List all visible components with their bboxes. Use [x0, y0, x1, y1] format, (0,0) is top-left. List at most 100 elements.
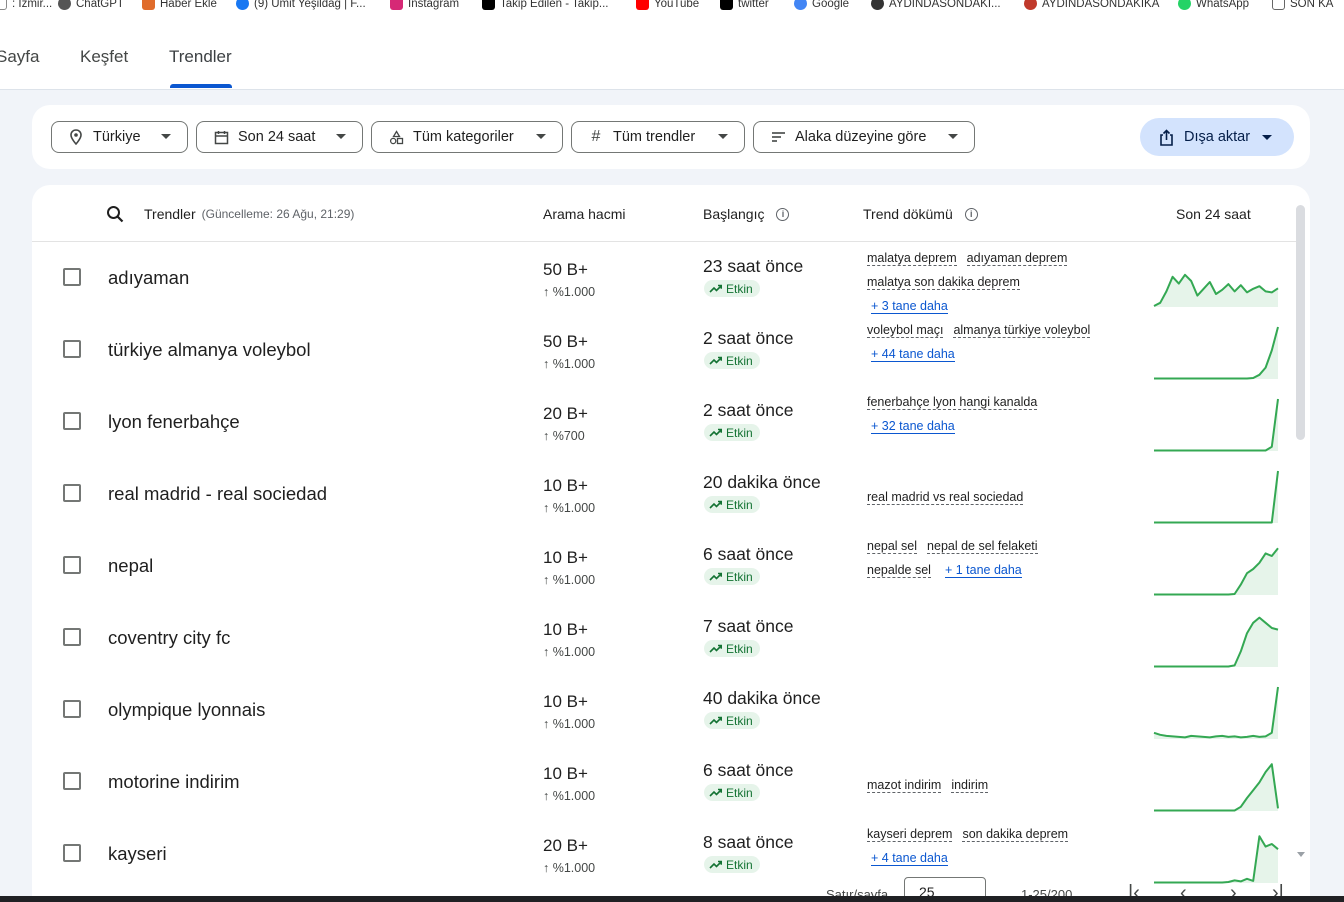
table-row[interactable]: motorine indirim 10 B+ ↑ %1.000 6 saat önce…	[32, 746, 1296, 818]
trend-breakdown: malatya deprem adıyaman deprem malatya son…	[867, 247, 1127, 319]
search-volume: 10 B+	[543, 620, 588, 639]
more-queries-link[interactable]: + 3 tane daha	[871, 299, 948, 314]
bookmark-item[interactable]: ChatGPT	[58, 0, 124, 10]
related-query-link[interactable]: mazot indirim	[867, 778, 942, 793]
related-query-link[interactable]: nepalde sel	[867, 563, 931, 578]
bookmark-item[interactable]: Haber Ekle	[142, 0, 217, 10]
row-checkbox[interactable]	[63, 772, 81, 790]
related-query-link[interactable]: indirim	[951, 778, 989, 793]
bookmark-item[interactable]: : İzmir...	[0, 0, 52, 10]
related-query-link[interactable]: kayseri deprem	[867, 827, 953, 842]
table-header: Trendler (Güncelleme: 26 Ağu, 21:29) Ara…	[32, 185, 1296, 242]
started-time: 2 saat önce	[703, 400, 794, 420]
related-query-link[interactable]: malatya deprem	[867, 251, 957, 266]
related-query-link[interactable]: nepal de sel felaketi	[927, 539, 1038, 554]
row-checkbox[interactable]	[63, 844, 81, 862]
tab-home[interactable]: Sayfa	[0, 47, 39, 67]
trend-title[interactable]: motorine indirim	[108, 771, 240, 793]
row-checkbox[interactable]	[63, 700, 81, 718]
bookmark-item[interactable]: SON KA	[1272, 0, 1333, 10]
row-checkbox[interactable]	[63, 628, 81, 646]
more-queries-link[interactable]: + 32 tane daha	[871, 419, 955, 434]
trend-title[interactable]: kayseri	[108, 843, 167, 865]
table-row[interactable]: lyon fenerbahçe 20 B+ ↑ %700 2 saat önce Etk…	[32, 386, 1296, 458]
filter-bar: Türkiye Son 24 saat Tüm kategoriler # Tü…	[32, 105, 1310, 169]
trend-title[interactable]: coventry city fc	[108, 627, 230, 649]
location-filter[interactable]: Türkiye	[51, 121, 188, 153]
search-icon[interactable]	[106, 205, 124, 223]
export-button[interactable]: Dışa aktar	[1140, 118, 1294, 156]
row-checkbox[interactable]	[63, 556, 81, 574]
bookmark-item[interactable]: Google	[794, 0, 849, 10]
volume-column-header[interactable]: Arama hacmi	[543, 206, 625, 222]
location-pin-icon	[68, 129, 84, 145]
related-query-link[interactable]: almanya türkiye voleybol	[953, 323, 1091, 338]
bookmark-label: twitter	[738, 0, 769, 10]
status-badge: Etkin	[704, 352, 760, 369]
status-badge: Etkin	[704, 712, 760, 729]
bookmark-item[interactable]: WhatsApp	[1178, 0, 1249, 10]
bookmark-label: : İzmir...	[12, 0, 53, 10]
row-checkbox[interactable]	[63, 484, 81, 502]
tiktok-icon	[482, 0, 495, 10]
table-row[interactable]: adıyaman 50 B+ ↑ %1.000 23 saat önce Etkin ma…	[32, 242, 1296, 314]
sparkline-line	[1154, 326, 1279, 380]
trends-column-header[interactable]: Trendler	[144, 206, 196, 222]
related-query-link[interactable]: son dakika deprem	[962, 827, 1069, 842]
volume-change: ↑ %1.000	[543, 861, 596, 875]
bookmark-item[interactable]: (9) Ümit Yeşildağ | F...	[236, 0, 366, 10]
bookmark-item[interactable]: twitter	[720, 0, 769, 10]
bookmark-item[interactable]: Takip Edilen - Takip...	[482, 0, 608, 10]
volume-change: ↑ %1.000	[543, 573, 596, 587]
table-row[interactable]: real madrid - real sociedad 10 B+ ↑ %1.000…	[32, 458, 1296, 530]
related-query-link[interactable]: voleybol maçı	[867, 323, 944, 338]
site-icon	[1024, 0, 1037, 10]
tab-explore[interactable]: Keşfet	[80, 47, 128, 67]
trending-up-icon	[709, 284, 722, 293]
started-column-header[interactable]: Başlangıç	[703, 206, 764, 222]
table-row[interactable]: kayseri 20 B+ ↑ %1.000 8 saat önce Etkin kays…	[32, 818, 1296, 890]
bookmark-item[interactable]: Instagram	[390, 0, 459, 10]
trend-title[interactable]: real madrid - real sociedad	[108, 483, 327, 505]
bookmark-item[interactable]: AYDINDASONDAKİKA	[1024, 0, 1159, 10]
sort-filter-label: Alaka düzeyine göre	[795, 129, 927, 145]
more-queries-link[interactable]: + 1 tane daha	[944, 563, 1022, 578]
related-query-link[interactable]: adıyaman deprem	[966, 251, 1068, 266]
table-row[interactable]: türkiye almanya voleybol 50 B+ ↑ %1.000 2 s…	[32, 314, 1296, 386]
info-icon[interactable]: i	[776, 207, 790, 221]
sparkline-chart	[1154, 835, 1279, 884]
row-checkbox[interactable]	[63, 340, 81, 358]
trend-type-filter[interactable]: # Tüm trendler	[571, 121, 745, 153]
chevron-down-icon	[948, 134, 958, 139]
more-queries-link[interactable]: + 4 tane daha	[871, 851, 948, 866]
volume-change: ↑ %700	[543, 429, 585, 443]
related-query-link[interactable]: fenerbahçe lyon hangi kanalda	[867, 395, 1038, 410]
trend-title[interactable]: nepal	[108, 555, 153, 577]
trend-title[interactable]: olympique lyonnais	[108, 699, 265, 721]
trending-up-icon	[709, 428, 722, 437]
table-row[interactable]: coventry city fc 10 B+ ↑ %1.000 7 saat önce…	[32, 602, 1296, 674]
info-icon[interactable]: i	[964, 207, 978, 221]
trend-title[interactable]: lyon fenerbahçe	[108, 411, 240, 433]
scroll-down-arrow-icon[interactable]	[1297, 852, 1305, 857]
row-checkbox[interactable]	[63, 412, 81, 430]
related-query-link[interactable]: malatya son dakika deprem	[867, 275, 1020, 290]
vertical-scrollbar[interactable]	[1296, 205, 1305, 440]
time-filter[interactable]: Son 24 saat	[196, 121, 363, 153]
started-time: 2 saat önce	[703, 328, 794, 348]
related-query-link[interactable]: real madrid vs real sociedad	[867, 490, 1024, 505]
trend-title[interactable]: adıyaman	[108, 267, 189, 289]
status-label: Etkin	[726, 281, 753, 296]
row-checkbox[interactable]	[63, 268, 81, 286]
sort-filter[interactable]: Alaka düzeyine göre	[753, 121, 975, 153]
trend-title[interactable]: türkiye almanya voleybol	[108, 339, 311, 361]
news-icon	[142, 0, 155, 10]
more-queries-link[interactable]: + 44 tane daha	[871, 347, 955, 362]
bookmark-item[interactable]: AYDINDASONDAKI...	[871, 0, 1001, 10]
related-query-link[interactable]: nepal sel	[867, 539, 918, 554]
table-row[interactable]: olympique lyonnais 10 B+ ↑ %1.000 40 dakika…	[32, 674, 1296, 746]
tab-trends[interactable]: Trendler	[169, 47, 232, 67]
bookmark-item[interactable]: YouTube	[636, 0, 699, 10]
category-filter[interactable]: Tüm kategoriler	[371, 121, 563, 153]
table-row[interactable]: nepal 10 B+ ↑ %1.000 6 saat önce Etkin nepal …	[32, 530, 1296, 602]
